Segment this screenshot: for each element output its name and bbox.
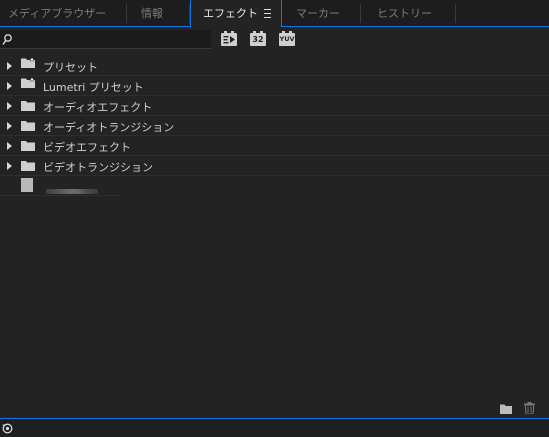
tree-item-audio-effects[interactable]: オーディオエフェクト [0,96,549,116]
render-status-icon[interactable] [2,423,13,434]
tab-label: ヒストリー [377,7,432,20]
new-bin-icon[interactable] [500,404,512,414]
expand-arrow-icon[interactable] [7,122,12,130]
tab-label: 情報 [141,7,163,20]
yuv-effects-icon: YUV [279,35,295,43]
tree-item-video-transitions[interactable]: ビデオトランジション [0,156,549,176]
expand-arrow-icon[interactable] [7,82,12,90]
status-bar [0,419,549,437]
tab-separator [455,4,456,23]
yuv-effects-button[interactable]: YUV [279,31,295,46]
tab-history[interactable]: ヒストリー [377,0,457,27]
tree-item-video-effects[interactable]: ビデオエフェクト [0,136,549,156]
expand-arrow-icon[interactable] [7,62,12,70]
folder-icon [21,161,35,171]
redacted-item-label [46,189,98,194]
folder-icon [21,121,35,131]
folder-icon [21,141,35,151]
row-divider [0,195,120,196]
panel-menu-icon[interactable] [264,9,271,18]
tab-label: メディアブラウザー [8,7,107,20]
tree-item-label: オーディオエフェクト [43,101,153,114]
tab-markers[interactable]: マーカー [296,0,358,27]
tab-label: エフェクト [203,7,258,20]
tree-item-label: プリセット [43,61,98,74]
tree-item-label: ビデオトランジション [43,161,153,174]
tab-media-browser[interactable]: メディアブラウザー [8,0,126,27]
tab-label: マーカー [296,7,340,20]
tab-separator [126,4,127,23]
tab-info[interactable]: 情報 [141,0,189,27]
effects-toolbar: 32 YUV [0,27,549,53]
tree-item-label: Lumetri プリセット [43,81,144,94]
tree-item-presets[interactable]: プリセット [0,56,549,76]
32bit-color-icon: 32 [252,35,264,44]
preset-folder-icon [21,77,35,88]
expand-arrow-icon[interactable] [7,162,12,170]
search-icon [2,34,12,45]
custom-bin-icon[interactable] [21,178,33,192]
expand-arrow-icon[interactable] [7,142,12,150]
folder-icon [21,101,35,111]
accelerated-effects-button[interactable] [221,31,237,46]
tab-effects[interactable]: エフェクト [190,0,282,27]
panel-tab-bar: メディアブラウザー 情報 エフェクト マーカー ヒストリー [0,0,549,27]
expand-arrow-icon[interactable] [7,102,12,110]
tab-separator [360,4,361,23]
trash-icon[interactable] [524,402,535,414]
tree-item-lumetri-presets[interactable]: Lumetri プリセット [0,76,549,96]
tree-item-label: オーディオトランジション [43,121,175,134]
tree-item-label: ビデオエフェクト [43,141,131,154]
preset-folder-icon [21,57,35,68]
effects-tree: プリセット Lumetri プリセット オーディオエフェクト オーディオトランジ… [0,54,549,398]
tree-item-audio-transitions[interactable]: オーディオトランジション [0,116,549,136]
32bit-color-button[interactable]: 32 [250,31,266,46]
accelerated-effects-icon [223,36,235,44]
search-input[interactable] [0,30,211,49]
